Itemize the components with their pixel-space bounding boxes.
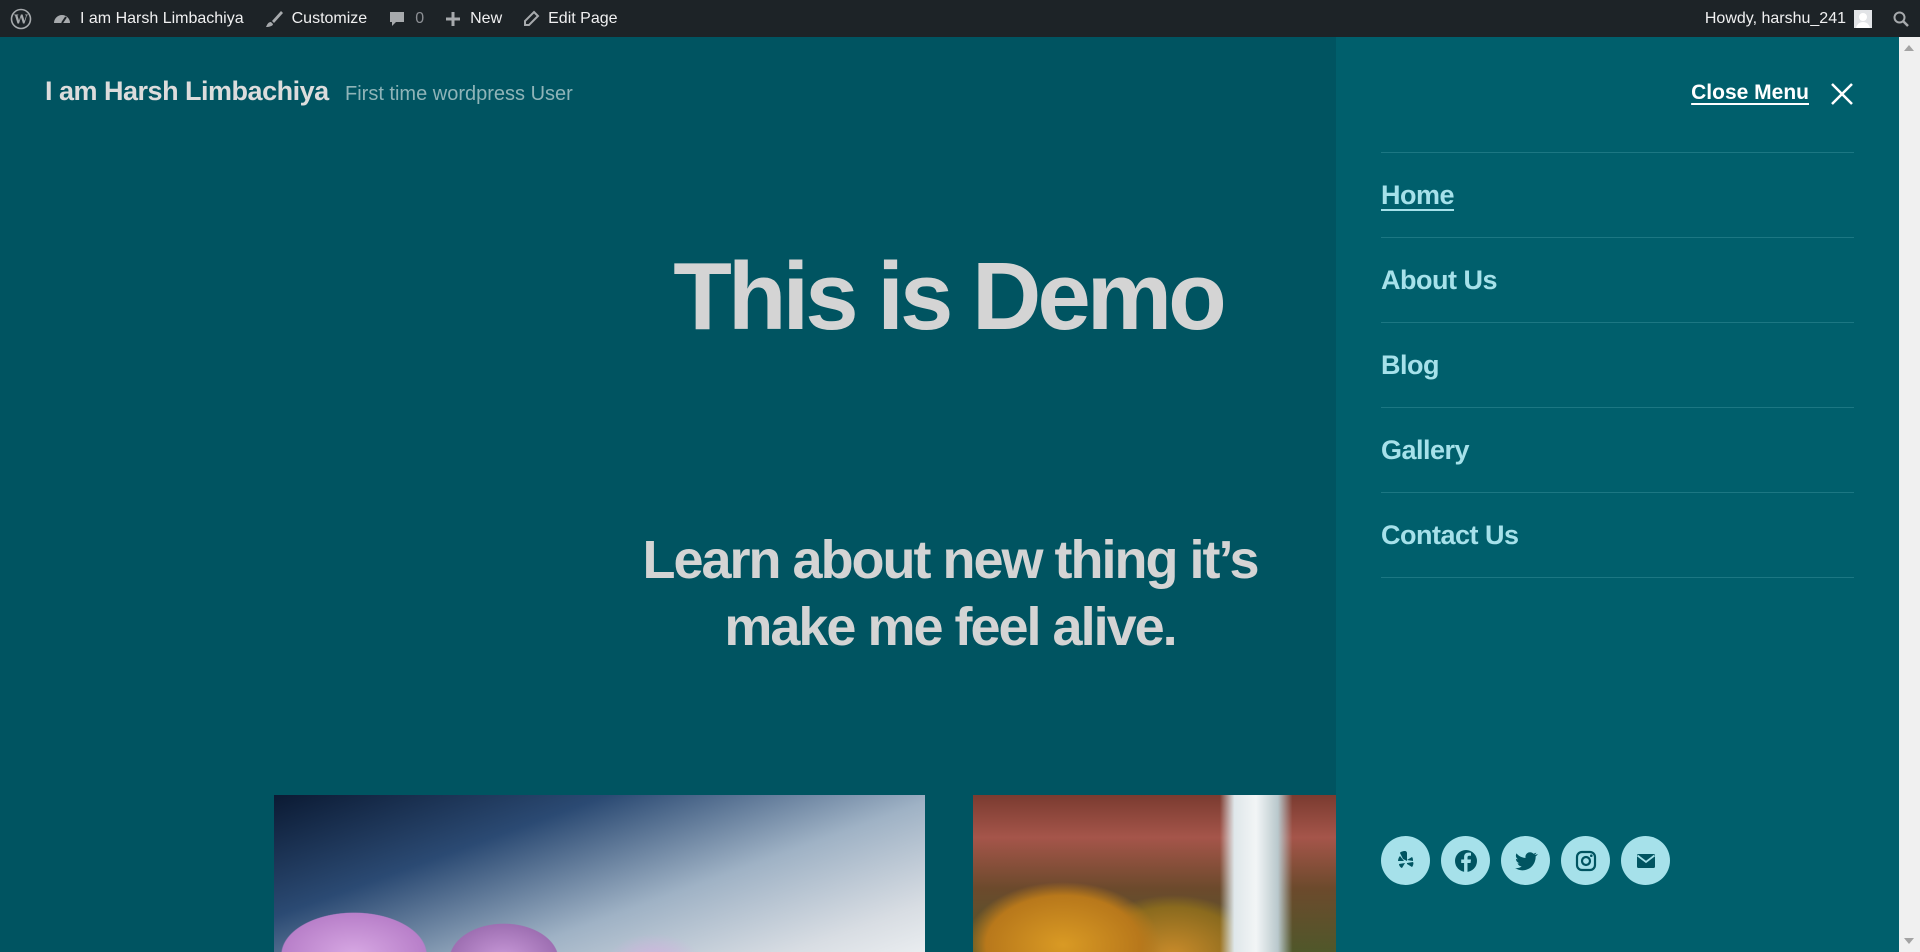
social-links — [1381, 836, 1681, 885]
instagram-link[interactable] — [1561, 836, 1610, 885]
page-subtitle: Learn about new thing it’s make me feel … — [642, 530, 1259, 657]
dashboard-icon — [54, 14, 70, 24]
gallery-image-trees — [274, 795, 925, 952]
comment-count: 0 — [415, 9, 425, 27]
facebook-link[interactable] — [1441, 836, 1490, 885]
menu-item-contact-us[interactable]: Contact Us — [1381, 492, 1854, 578]
site-description: First time wordpress User — [345, 83, 573, 105]
menu-item-about-us[interactable]: About Us — [1381, 237, 1854, 322]
my-account-link[interactable]: Howdy, harshu_241 — [1695, 0, 1882, 37]
twitter-link[interactable] — [1501, 836, 1550, 885]
yelp-icon — [1397, 850, 1413, 868]
mail-icon — [1636, 853, 1655, 868]
search-icon — [1893, 11, 1909, 27]
page-scrollbar[interactable] — [1899, 37, 1920, 952]
primary-menu: Home About Us Blog Gallery Contact Us — [1381, 152, 1854, 578]
svg-text:W: W — [13, 12, 28, 26]
scroll-up-arrow-icon[interactable] — [1904, 45, 1914, 51]
edit-page-link[interactable]: Edit Page — [512, 0, 627, 37]
instagram-icon — [1575, 850, 1596, 871]
site-title[interactable]: I am Harsh Limbachiya — [45, 76, 329, 107]
comment-icon — [390, 11, 405, 26]
menu-modal: Close Menu Home About Us Blog Gallery Co… — [1336, 37, 1899, 952]
admin-bar: W I am Harsh Limbachiya Customize 0 New … — [0, 0, 1920, 37]
admin-search-button[interactable] — [1882, 0, 1920, 37]
facebook-icon — [1454, 849, 1477, 872]
brush-icon — [265, 10, 283, 27]
close-menu-button[interactable]: Close Menu — [1691, 81, 1809, 105]
page-title: This is Demo — [673, 243, 1226, 350]
plus-icon — [446, 11, 461, 26]
yelp-link[interactable] — [1381, 836, 1430, 885]
gallery-image-waterfall — [973, 795, 1336, 952]
customize-link[interactable]: Customize — [254, 0, 378, 37]
close-icon[interactable] — [1829, 81, 1855, 107]
menu-item-gallery[interactable]: Gallery — [1381, 407, 1854, 492]
mail-link[interactable] — [1621, 836, 1670, 885]
twitter-icon — [1514, 851, 1538, 870]
avatar — [1854, 9, 1872, 28]
menu-item-blog[interactable]: Blog — [1381, 322, 1854, 407]
wordpress-logo-icon[interactable]: W — [0, 0, 42, 37]
scroll-down-arrow-icon[interactable] — [1904, 938, 1914, 944]
new-content-link[interactable]: New — [434, 0, 512, 37]
pencil-icon — [524, 10, 540, 26]
admin-site-name-link[interactable]: I am Harsh Limbachiya — [42, 0, 254, 37]
admin-site-name: I am Harsh Limbachiya — [80, 9, 244, 27]
site-content: I am Harsh Limbachiya First time wordpre… — [0, 37, 1336, 952]
howdy-text: Howdy, harshu_241 — [1704, 9, 1846, 27]
menu-item-home[interactable]: Home — [1381, 152, 1854, 237]
comments-link[interactable]: 0 — [377, 0, 434, 37]
